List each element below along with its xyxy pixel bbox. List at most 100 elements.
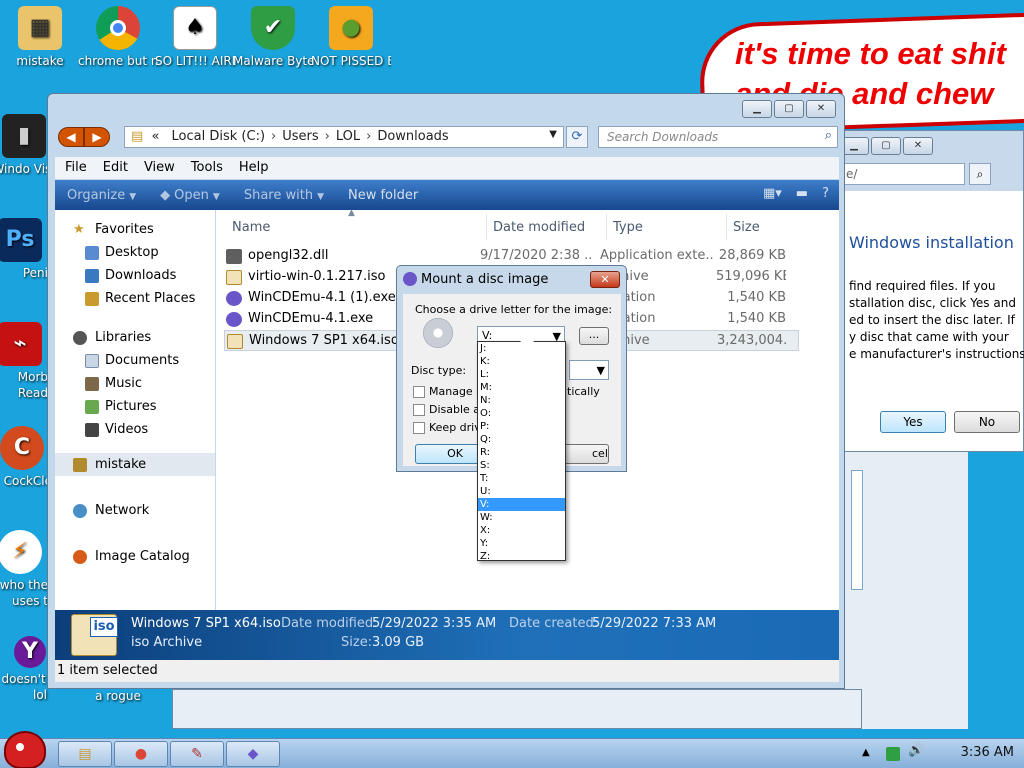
drive-option[interactable]: S: xyxy=(478,459,565,472)
desktop-icon-winamp[interactable]: ⚡ who the uses t xyxy=(0,530,48,609)
drive-option[interactable]: P: xyxy=(478,420,565,433)
column-divider[interactable] xyxy=(726,214,727,240)
desktop-icon-solitaire[interactable]: ♠ SO LIT!!! AIRE xyxy=(155,6,235,69)
nav-label: Music xyxy=(105,376,142,391)
refresh-button[interactable]: ⟳ xyxy=(566,126,588,148)
taskbar-wincdemu-button[interactable]: ◆ xyxy=(226,741,280,767)
desktop-icon-mistake[interactable]: ▦ mistake xyxy=(0,6,80,69)
minimize-button[interactable]: ▁ xyxy=(742,100,772,118)
drive-option[interactable]: K: xyxy=(478,355,565,368)
menu-file[interactable]: File xyxy=(59,157,93,179)
back-button[interactable]: ◀ xyxy=(58,127,84,147)
clock[interactable]: 3:36 AM xyxy=(961,745,1014,760)
network-icon[interactable] xyxy=(886,747,900,761)
breadcrumb-lol[interactable]: LOL xyxy=(336,129,360,144)
menu-view[interactable]: View xyxy=(138,157,181,179)
search-icon[interactable]: ⌕ xyxy=(969,163,991,185)
taskbar-chrome-button[interactable]: ● xyxy=(114,741,168,767)
column-header-date[interactable]: Date modified xyxy=(493,220,585,235)
column-header-name[interactable]: Name xyxy=(232,220,270,235)
column-header-type[interactable]: Type xyxy=(613,220,643,235)
start-button[interactable] xyxy=(4,731,46,768)
manage-label: Manage d xyxy=(429,385,484,398)
drive-option[interactable]: Q: xyxy=(478,433,565,446)
nav-mistake[interactable]: mistake xyxy=(55,453,215,476)
nav-network[interactable]: Network xyxy=(55,499,215,522)
file-row[interactable]: opengl32.dll 9/17/2020 2:38 ... Applicat… xyxy=(224,246,799,267)
taskbar-app-button[interactable]: ✎ xyxy=(170,741,224,767)
drive-option[interactable]: Z: xyxy=(478,550,565,563)
browse-button[interactable]: ... xyxy=(579,327,609,345)
drive-option[interactable]: L: xyxy=(478,368,565,381)
chevron-right-icon: › xyxy=(324,129,330,144)
drive-option[interactable]: O: xyxy=(478,407,565,420)
desktop-icon-chrome[interactable]: chrome but normal c... xyxy=(78,6,158,69)
breadcrumb-downloads[interactable]: Downloads xyxy=(377,129,448,144)
desktop-icon-photoshop[interactable]: Ps Peni xyxy=(0,218,48,281)
maximize-button[interactable]: ▢ xyxy=(871,137,901,155)
installer-address-bar[interactable]: e/ xyxy=(841,163,965,185)
desktop-icon-ccleaner[interactable]: C CockCle xyxy=(0,426,52,489)
nav-image-catalog[interactable]: Image Catalog xyxy=(55,545,215,568)
view-options-icon[interactable]: ▦▾ xyxy=(763,186,782,201)
speaker-icon[interactable]: 🔊 xyxy=(908,743,924,758)
maximize-button[interactable]: ▢ xyxy=(774,100,804,118)
search-icon[interactable]: ⌕ xyxy=(825,128,832,143)
column-divider[interactable] xyxy=(606,214,607,240)
manage-checkbox[interactable] xyxy=(413,386,425,398)
close-button[interactable]: ✕ xyxy=(903,137,933,155)
desktop-icon-pdf-reader[interactable]: ⌁ Morb Read xyxy=(0,322,48,401)
nav-desktop[interactable]: Desktop xyxy=(55,241,215,264)
documents-icon xyxy=(85,354,99,368)
preview-pane-icon[interactable]: ▬ xyxy=(796,186,808,201)
column-divider[interactable] xyxy=(486,214,487,240)
organize-button[interactable]: Organize ▼ xyxy=(55,188,148,203)
nav-downloads[interactable]: Downloads xyxy=(55,264,215,287)
drive-letter-dropdown[interactable]: J: K: L: M: N: O: P: Q: R: S: T: U: V: W… xyxy=(477,341,566,563)
drive-option[interactable]: N: xyxy=(478,394,565,407)
installer-window[interactable]: ▁ ▢ ✕ e/ ⌕ Windows installation find req… xyxy=(838,130,1024,452)
drive-option[interactable]: M: xyxy=(478,381,565,394)
menu-tools[interactable]: Tools xyxy=(185,157,229,179)
nav-pictures[interactable]: Pictures xyxy=(55,395,215,418)
open-button[interactable]: ◆ Open ▼ xyxy=(148,188,232,203)
nav-music[interactable]: Music xyxy=(55,372,215,395)
taskbar-explorer-button[interactable]: ▤ xyxy=(58,741,112,767)
keep-drive-checkbox[interactable] xyxy=(413,422,425,434)
share-with-button[interactable]: Share with ▼ xyxy=(232,188,336,203)
no-button[interactable]: No xyxy=(954,411,1020,433)
yes-button[interactable]: Yes xyxy=(880,411,946,433)
tray-expand-icon[interactable]: ▲ xyxy=(862,747,870,758)
close-button[interactable]: ✕ xyxy=(806,100,836,118)
nav-documents[interactable]: Documents xyxy=(55,349,215,372)
drive-option[interactable]: W: xyxy=(478,511,565,524)
close-button[interactable]: ✕ xyxy=(590,271,620,288)
disable-autorun-checkbox[interactable] xyxy=(413,404,425,416)
drive-option[interactable]: X: xyxy=(478,524,565,537)
desktop-icon-bird-game[interactable]: ● NOT PISSED BIRD GAME xyxy=(311,6,391,69)
search-input[interactable]: Search Downloads ⌕ xyxy=(598,126,838,148)
help-icon[interactable]: ? xyxy=(822,186,829,201)
address-bar[interactable]: ▤ « Local Disk (C:) › Users › LOL › Downloads … xyxy=(124,126,564,148)
drive-option[interactable]: U: xyxy=(478,485,565,498)
drive-option-selected[interactable]: V: xyxy=(478,498,565,511)
forward-button[interactable]: ▶ xyxy=(84,127,110,147)
nav-recent-places[interactable]: Recent Places xyxy=(55,287,215,310)
details-modified-value: 5/29/2022 3:35 AM xyxy=(372,616,497,631)
desktop-icon-malwarebytes[interactable]: ✔ Malware Bytes xyxy=(233,6,313,69)
drive-option[interactable]: Y: xyxy=(478,537,565,550)
nav-videos[interactable]: Videos xyxy=(55,418,215,441)
chevron-down-icon[interactable]: ▼ xyxy=(549,129,557,140)
disc-type-select[interactable]: ▼ xyxy=(569,360,609,380)
column-header-size[interactable]: Size xyxy=(733,220,760,235)
new-folder-button[interactable]: New folder xyxy=(336,188,430,203)
menu-help[interactable]: Help xyxy=(233,157,275,179)
breadcrumb-users[interactable]: Users xyxy=(282,129,318,144)
breadcrumb-local-disk[interactable]: Local Disk (C:) xyxy=(172,129,265,144)
menu-edit[interactable]: Edit xyxy=(97,157,134,179)
drive-option[interactable]: R: xyxy=(478,446,565,459)
drive-option[interactable]: T: xyxy=(478,472,565,485)
nav-favorites[interactable]: ★ Favorites xyxy=(55,218,215,241)
nav-libraries[interactable]: Libraries xyxy=(55,326,215,349)
breadcrumb-prefix[interactable]: « xyxy=(151,129,159,144)
